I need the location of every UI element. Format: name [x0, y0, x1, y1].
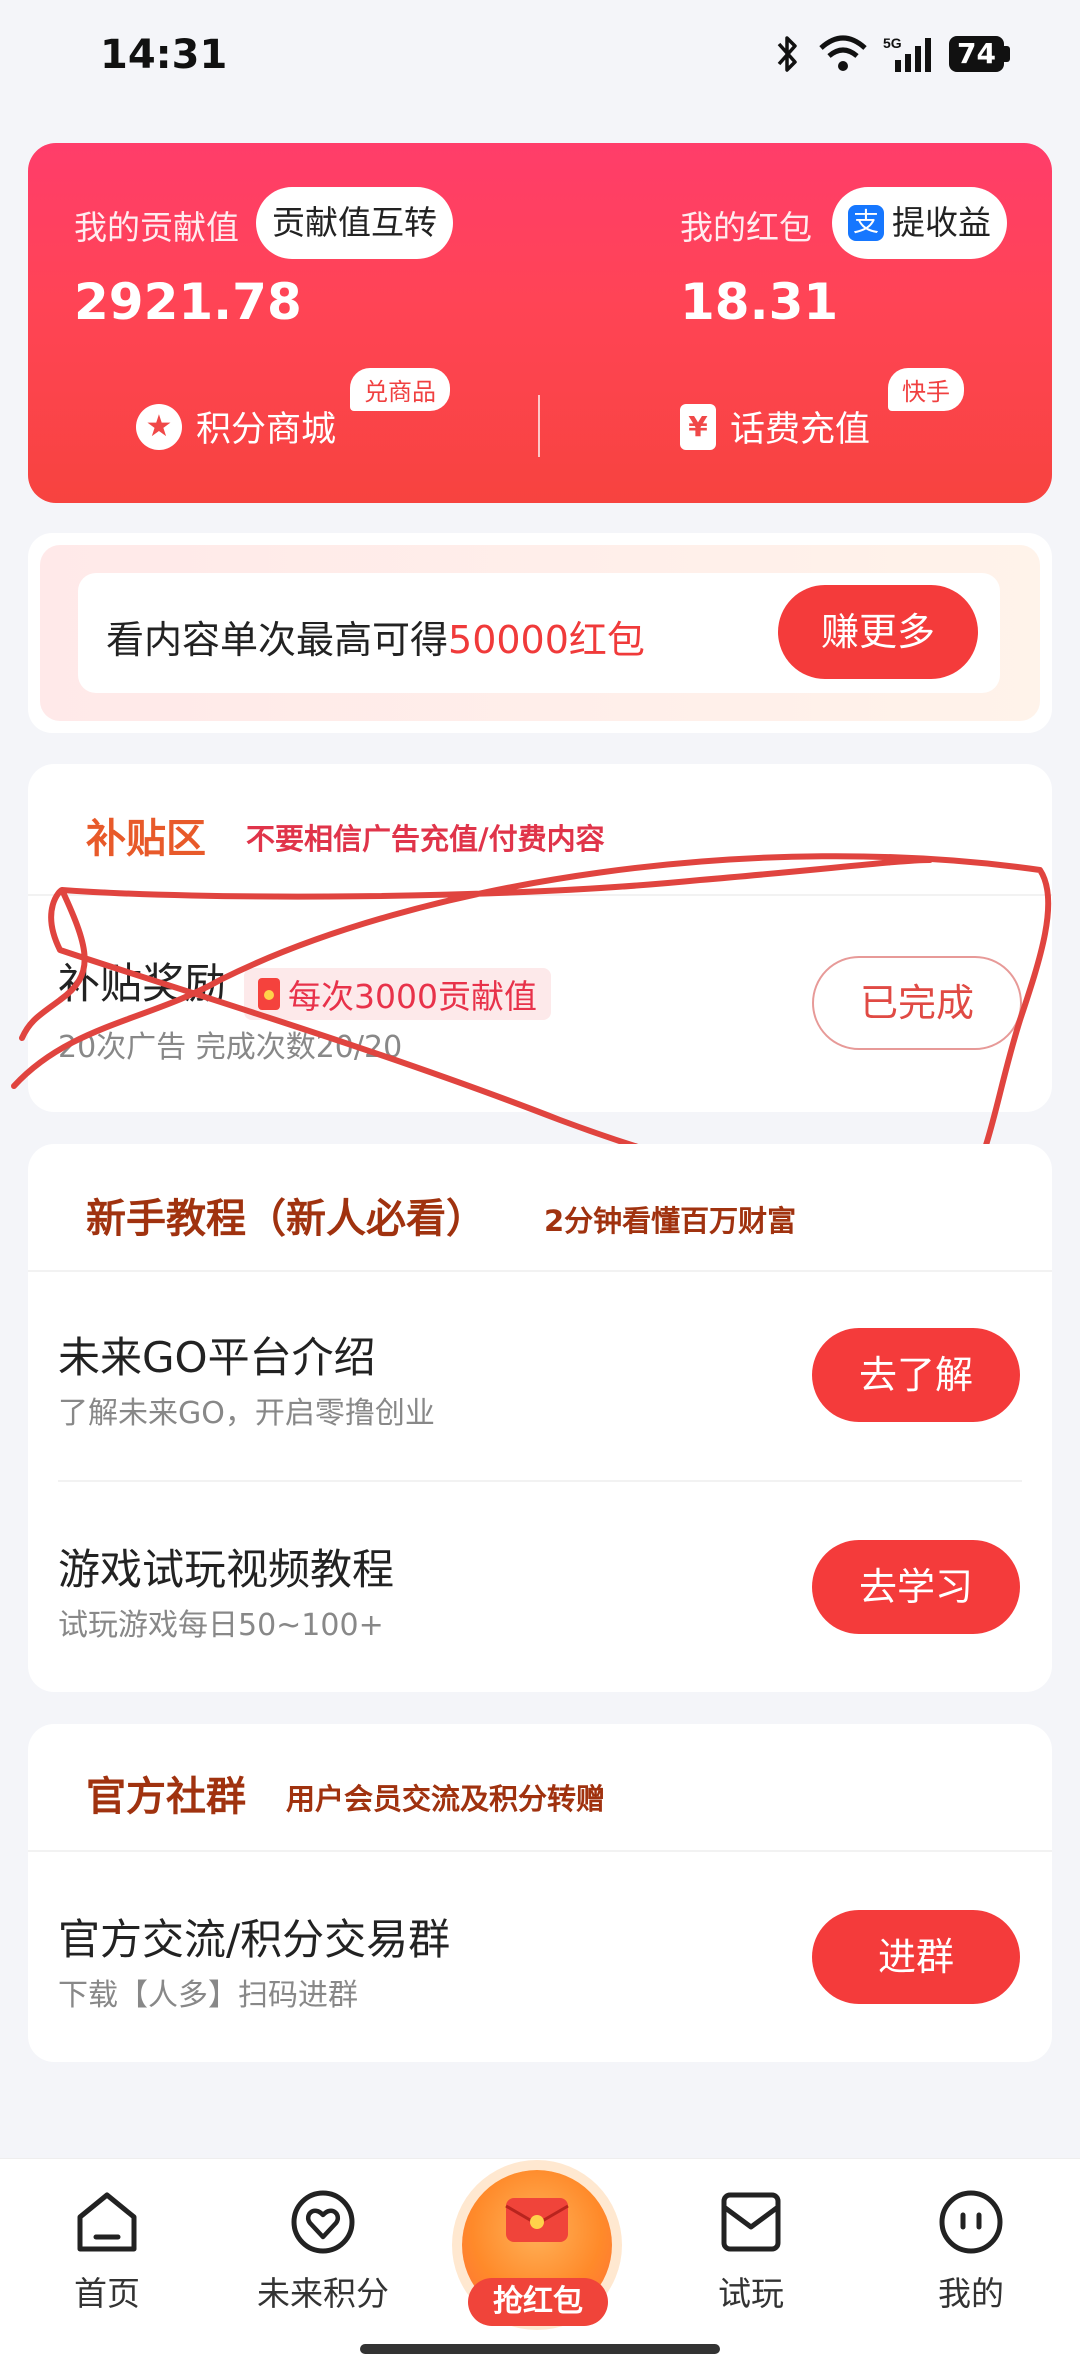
- tutorial-item-sub: 试玩游戏每日50~100+: [58, 1608, 384, 1643]
- section-title: 补贴区: [86, 816, 206, 862]
- contribution-transfer-button[interactable]: 贡献值互转: [256, 187, 453, 259]
- go-study-button[interactable]: 去学习: [812, 1540, 1020, 1634]
- nav-mine[interactable]: 我的: [896, 2187, 1046, 2315]
- nav-trial-label: 试玩: [718, 2274, 784, 2313]
- svg-text:5G: 5G: [883, 35, 902, 51]
- community-item-title: 官方交流/积分交易群: [58, 1915, 451, 1964]
- star-icon: ★: [136, 403, 182, 450]
- completed-button[interactable]: 已完成: [812, 956, 1022, 1050]
- nav-home[interactable]: 首页: [32, 2187, 182, 2315]
- divider: [538, 395, 540, 457]
- wifi-icon: [819, 35, 867, 71]
- promo-text: 看内容单次最高可得50000红包: [106, 618, 645, 662]
- redpacket-value: 18.31: [680, 273, 839, 331]
- section-subtitle: 用户会员交流及积分转赠: [286, 1782, 606, 1816]
- home-indicator: [360, 2344, 720, 2354]
- wallet-card: 我的贡献值 贡献值互转 2921.78 我的红包 支 提收益 18.31 ★ 积…: [28, 143, 1052, 503]
- section-title: 官方社群: [86, 1774, 246, 1820]
- section-subtitle: 2分钟看懂百万财富: [544, 1204, 797, 1238]
- status-icons: 5G 74: [773, 34, 1010, 74]
- red-envelope-icon: [505, 2198, 569, 2242]
- signal-5g-icon: 5G: [883, 35, 932, 72]
- withdraw-button[interactable]: 支 提收益: [832, 187, 1007, 259]
- withdraw-label: 提收益: [892, 203, 991, 242]
- nav-trial[interactable]: 试玩: [676, 2187, 826, 2315]
- status-time: 14:31: [100, 32, 228, 78]
- bluetooth-icon: [777, 36, 797, 72]
- tutorial-section: 新手教程（新人必看） 2分钟看懂百万财富 未来GO平台介绍 了解未来GO，开启零…: [28, 1144, 1052, 1692]
- reward-badge: 每次3000贡献值: [244, 968, 551, 1020]
- tutorial-item-title: 游戏试玩视频教程: [58, 1545, 395, 1594]
- join-group-button[interactable]: 进群: [812, 1910, 1020, 2004]
- community-section: 官方社群 用户会员交流及积分转赠 官方交流/积分交易群 下载【人多】扫码进群 进…: [28, 1724, 1052, 2062]
- nav-points-label: 未来积分: [257, 2274, 389, 2313]
- battery-icon: 74: [949, 36, 1010, 72]
- learn-more-button[interactable]: 去了解: [812, 1328, 1020, 1422]
- nav-mine-label: 我的: [938, 2274, 1004, 2313]
- section-subtitle: 不要相信广告充值/付费内容: [246, 822, 605, 856]
- subsidy-progress: 20次广告 完成次数20/20: [58, 1030, 403, 1065]
- status-bar: 14:31 5G 74: [0, 0, 1080, 120]
- points-mall-label: 积分商城: [196, 410, 337, 450]
- heart-circle-icon: [291, 2190, 355, 2254]
- envelope-icon: [721, 2192, 781, 2252]
- phone-recharge-label: 话费充值: [730, 410, 871, 450]
- points-mall-button[interactable]: ★ 积分商城: [136, 401, 336, 452]
- profile-icon: [939, 2190, 1003, 2254]
- recharge-tag: 快手: [888, 368, 964, 411]
- nav-points[interactable]: 未来积分: [248, 2187, 398, 2315]
- contribution-transfer-label: 贡献值互转: [272, 203, 437, 242]
- contribution-value: 2921.78: [74, 273, 302, 331]
- earn-more-button[interactable]: 赚更多: [778, 585, 978, 679]
- tutorial-item-title: 未来GO平台介绍: [58, 1333, 376, 1382]
- subsidy-section: 补贴区 不要相信广告充值/付费内容 补贴奖励 每次3000贡献值 20次广告 完…: [28, 764, 1052, 1112]
- redpacket-label: 我的红包: [680, 208, 812, 247]
- alipay-icon: 支: [848, 205, 884, 241]
- mall-tag: 兑商品: [350, 368, 450, 411]
- subsidy-reward-title: 补贴奖励: [58, 959, 227, 1008]
- promo-banner: 看内容单次最高可得50000红包 赚更多: [28, 533, 1052, 733]
- grab-redpacket-label: 抢红包: [468, 2278, 608, 2326]
- nav-home-label: 首页: [74, 2274, 140, 2313]
- contribution-label: 我的贡献值: [74, 208, 239, 247]
- yen-icon: ¥: [680, 403, 716, 450]
- red-envelope-icon: [258, 978, 280, 1010]
- tutorial-item-sub: 了解未来GO，开启零撸创业: [58, 1396, 435, 1431]
- phone-recharge-button[interactable]: ¥ 话费充值: [680, 401, 870, 452]
- battery-level: 74: [949, 36, 1004, 72]
- home-icon: [77, 2192, 137, 2252]
- section-title: 新手教程（新人必看）: [86, 1196, 486, 1242]
- community-item-sub: 下载【人多】扫码进群: [58, 1978, 358, 2013]
